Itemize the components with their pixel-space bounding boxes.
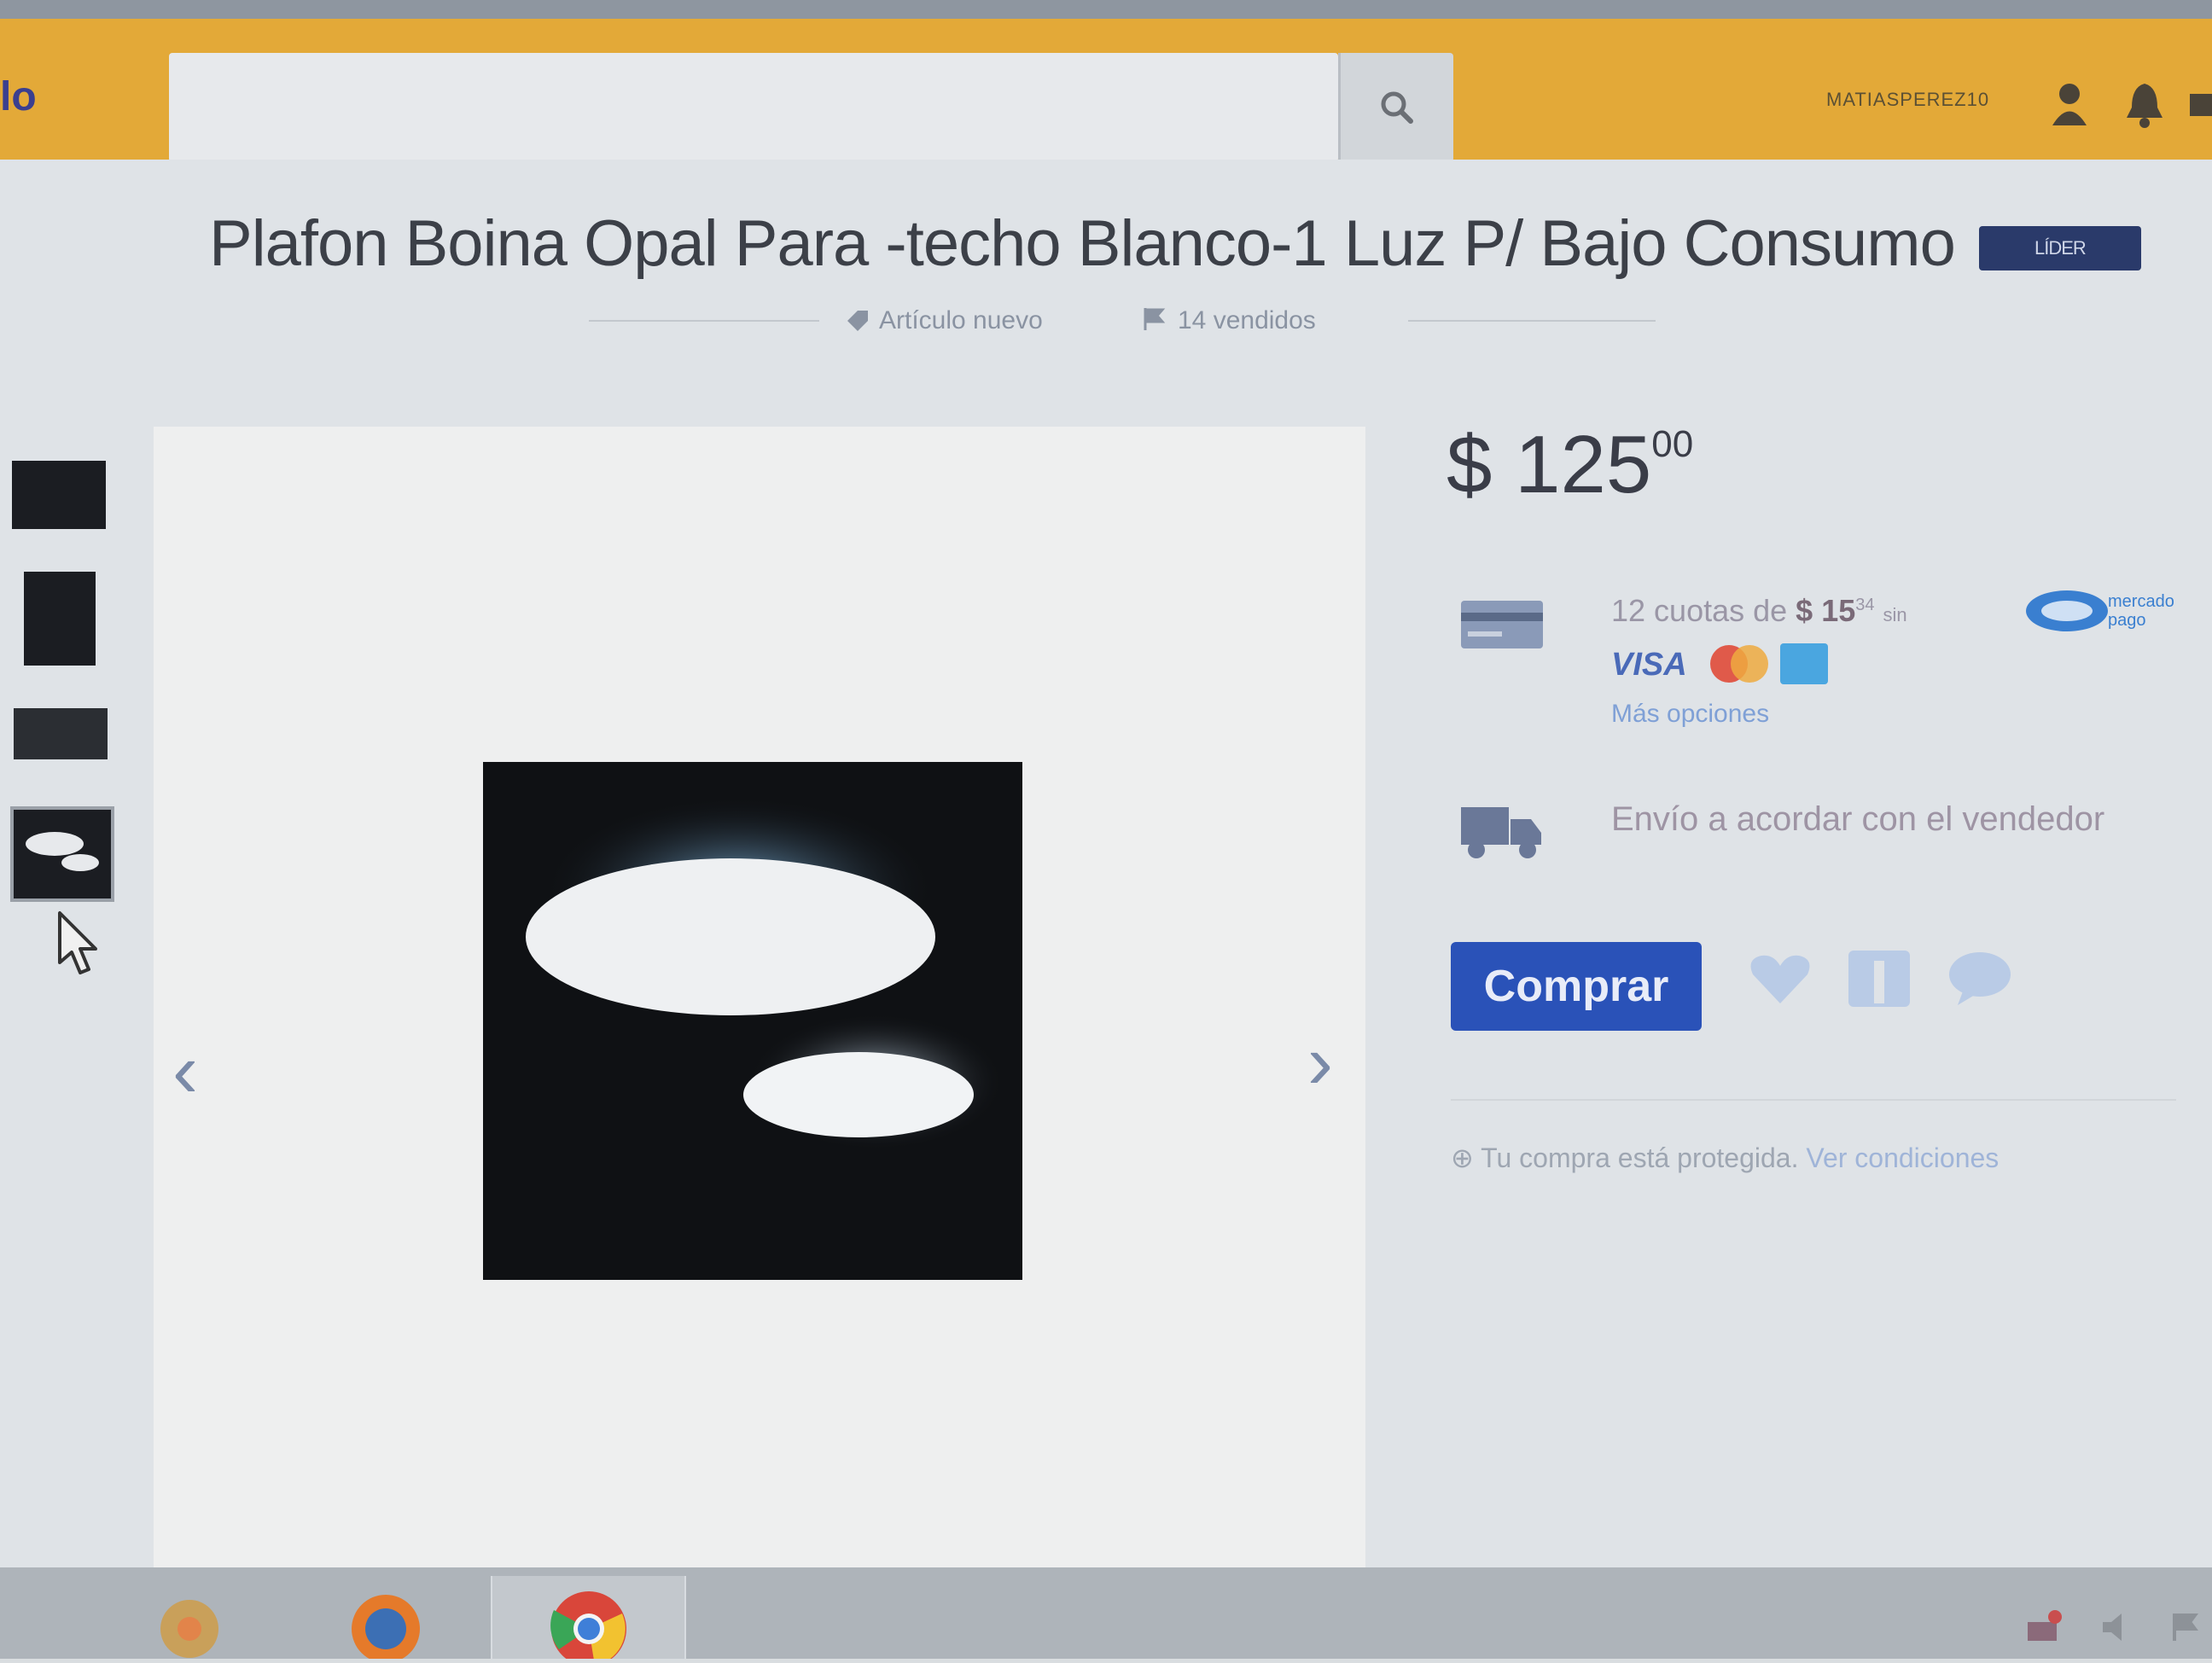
thumbnail-1[interactable] [12,461,106,529]
lider-badge: LÍDER [1978,225,2141,270]
thumbnail-4-selected[interactable] [10,806,114,902]
installment-cents: 34 [1855,596,1875,614]
product-title: Plafon Boina Opal Para -techo Blanco-1 L… [209,206,2141,281]
gallery-next-arrow-icon[interactable]: › [1307,1024,1333,1101]
facebook-share-icon[interactable] [1845,949,1913,1009]
protection-text: Tu compra está protegida. [1481,1143,1799,1173]
tray-volume-icon[interactable] [2099,1610,2133,1644]
meta-divider-right [1408,320,1656,322]
panel-divider [1451,1099,2176,1101]
notifications-bell-icon[interactable] [2123,78,2166,130]
tag-icon [847,311,868,331]
buy-button[interactable]: Comprar [1451,942,1702,1031]
product-image[interactable] [483,762,1022,1280]
favorite-heart-icon[interactable] [1746,949,1814,1009]
price: $ 12500 [1447,418,1693,512]
taskbar-media-app[interactable] [137,1576,247,1659]
taskbar-firefox[interactable] [333,1576,444,1663]
gallery-prev-arrow-icon[interactable]: ‹ [172,1032,198,1109]
price-integer: 125 [1515,419,1652,510]
question-bubble-icon[interactable] [1946,949,2014,1009]
mercadopago-logo-text: mercado pago [2108,592,2174,630]
user-icon[interactable] [2048,78,2091,130]
installment-amount: $ 15 [1796,593,1856,628]
condition-label: Artículo nuevo [879,306,1043,334]
product-gallery: ‹ › [154,427,1365,1579]
os-taskbar [0,1567,2212,1663]
shipping-text: Envío a acordar con el vendedor [1611,800,2105,838]
cart-icon[interactable] [2186,78,2212,130]
protection-conditions-link[interactable]: Ver condiciones [1806,1143,1999,1173]
search-button[interactable] [1338,53,1453,162]
product-title-text: Plafon Boina Opal Para -techo Blanco-1 L… [209,207,1956,280]
amex-logo-icon [1780,643,1828,684]
search-box [169,53,1338,162]
tray-flag-icon[interactable] [2168,1610,2202,1644]
shield-icon: ⊕ [1451,1143,1474,1173]
product-meta: Artículo nuevo 14 vendidos [589,303,1656,337]
sold-count: 14 vendidos [1178,306,1316,334]
purchase-protection: ⊕ Tu compra está protegida. Ver condicio… [1451,1142,1999,1174]
visa-logo: VISA [1611,647,1687,683]
user-name[interactable]: MATIASPEREZ10 [1826,89,1989,111]
mercadopago-logo: mercado pago [2023,580,2202,640]
price-cents: 00 [1651,423,1694,465]
mastercard-logo-icon [1710,645,1768,683]
search-input[interactable] [169,53,1338,162]
credit-card-icon [1461,601,1543,648]
logo[interactable]: lo [0,73,37,120]
thumbnail-4-image [26,832,99,871]
thumbnail-2[interactable] [24,572,96,666]
site-header: lo MATIASPEREZ10 [0,19,2212,162]
ceiling-lamp-image [526,796,1004,1150]
browser-top-strip [0,0,2212,19]
tray-network-icon[interactable] [2023,1605,2065,1648]
installments-prefix: 12 cuotas de [1611,593,1788,628]
shipping-truck-icon [1461,807,1541,858]
mouse-cursor-icon [58,911,97,974]
search-icon [1381,91,1413,124]
installments-text: 12 cuotas de $ 1534 sin [1611,593,1907,629]
meta-divider-left [589,320,819,322]
sold-flag-icon [1144,308,1166,330]
more-payment-options-link[interactable]: Más opciones [1611,700,1769,729]
installments-suffix: sin [1883,604,1907,625]
price-symbol: $ [1447,419,1493,510]
thumbnail-3[interactable] [14,708,108,759]
chrome-icon [550,1591,626,1659]
taskbar-chrome-active[interactable] [491,1576,686,1659]
firefox-icon [352,1595,420,1663]
media-player-icon [160,1600,218,1658]
